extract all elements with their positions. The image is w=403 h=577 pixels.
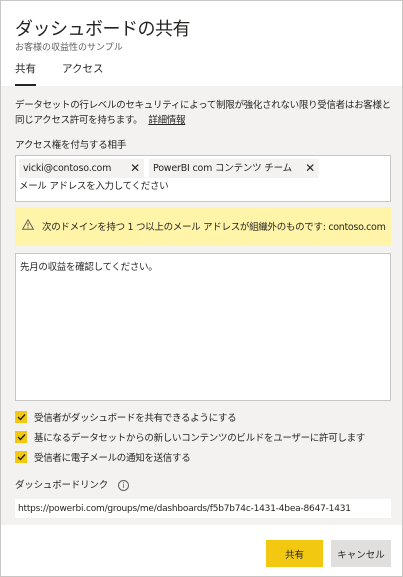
- allow-reshare-checkbox[interactable]: [15, 411, 27, 423]
- dialog-title: ダッシュボードの共有: [15, 19, 191, 40]
- recipient-chip: vicki@contoso.com ✕: [19, 159, 144, 178]
- info-icon[interactable]: i: [118, 480, 130, 491]
- tab-bar: 共有 アクセス: [15, 61, 121, 86]
- recipient-chip-label: PowerBI com コンテンツ チーム: [153, 163, 292, 174]
- option-allow-build[interactable]: 基になるデータセットからの新しいコンテンツのビルドをユーザーに許可します: [15, 430, 365, 444]
- warning-text: 次のドメインを持つ 1 つ以上のメール アドレスが組織外のものです: conto…: [42, 222, 386, 233]
- learn-more-link[interactable]: 詳細情報: [148, 115, 185, 126]
- send-email-checkbox[interactable]: [15, 451, 27, 463]
- recipients-field[interactable]: vicki@contoso.com ✕ PowerBI com コンテンツ チー…: [15, 155, 391, 202]
- dashboard-link-field[interactable]: [15, 499, 391, 518]
- option-send-email[interactable]: 受信者に電子メールの通知を送信する: [15, 450, 191, 464]
- share-button[interactable]: 共有: [266, 540, 323, 567]
- send-email-label: 受信者に電子メールの通知を送信する: [34, 453, 191, 464]
- external-domain-warning: 次のドメインを持つ 1 つ以上のメール アドレスが組織外のものです: conto…: [15, 207, 391, 246]
- email-input[interactable]: [19, 181, 379, 192]
- warning-icon: [21, 218, 35, 233]
- remove-recipient-icon[interactable]: ✕: [305, 159, 315, 178]
- recipient-chip-label: vicki@contoso.com: [23, 163, 112, 174]
- dialog-header: ダッシュボードの共有 お客様の収益性のサンプル 共有 アクセス: [1, 1, 402, 86]
- tab-access[interactable]: アクセス: [62, 61, 103, 86]
- description-text: データセットの行レベルのセキュリティによって制限が強化されない限り受信者はお客様…: [15, 100, 391, 126]
- share-dashboard-dialog: ダッシュボードの共有 お客様の収益性のサンプル 共有 アクセス データセットの行…: [0, 0, 403, 577]
- message-textarea[interactable]: 先月の収益を確認してください。: [15, 253, 391, 401]
- dashboard-link-label-text: ダッシュボードリンク: [15, 480, 109, 491]
- dialog-footer: 共有 キャンセル: [1, 525, 402, 576]
- remove-recipient-icon[interactable]: ✕: [130, 159, 140, 178]
- recipient-chip: PowerBI com コンテンツ チーム ✕: [149, 159, 319, 178]
- cancel-button[interactable]: キャンセル: [331, 540, 391, 567]
- tab-share[interactable]: 共有: [15, 61, 36, 86]
- allow-build-checkbox[interactable]: [15, 431, 27, 443]
- dialog-subtitle: お客様の収益性のサンプル: [15, 43, 123, 53]
- allow-build-label: 基になるデータセットからの新しいコンテンツのビルドをユーザーに許可します: [34, 433, 366, 444]
- recipients-label: アクセス権を付与する相手: [15, 140, 127, 151]
- allow-reshare-label: 受信者がダッシュボードを共有できるようにする: [34, 413, 237, 424]
- option-allow-reshare[interactable]: 受信者がダッシュボードを共有できるようにする: [15, 410, 237, 424]
- dashboard-link-label: ダッシュボードリンク i: [15, 477, 130, 491]
- share-description: データセットの行レベルのセキュリティによって制限が強化されない限り受信者はお客様…: [15, 98, 393, 128]
